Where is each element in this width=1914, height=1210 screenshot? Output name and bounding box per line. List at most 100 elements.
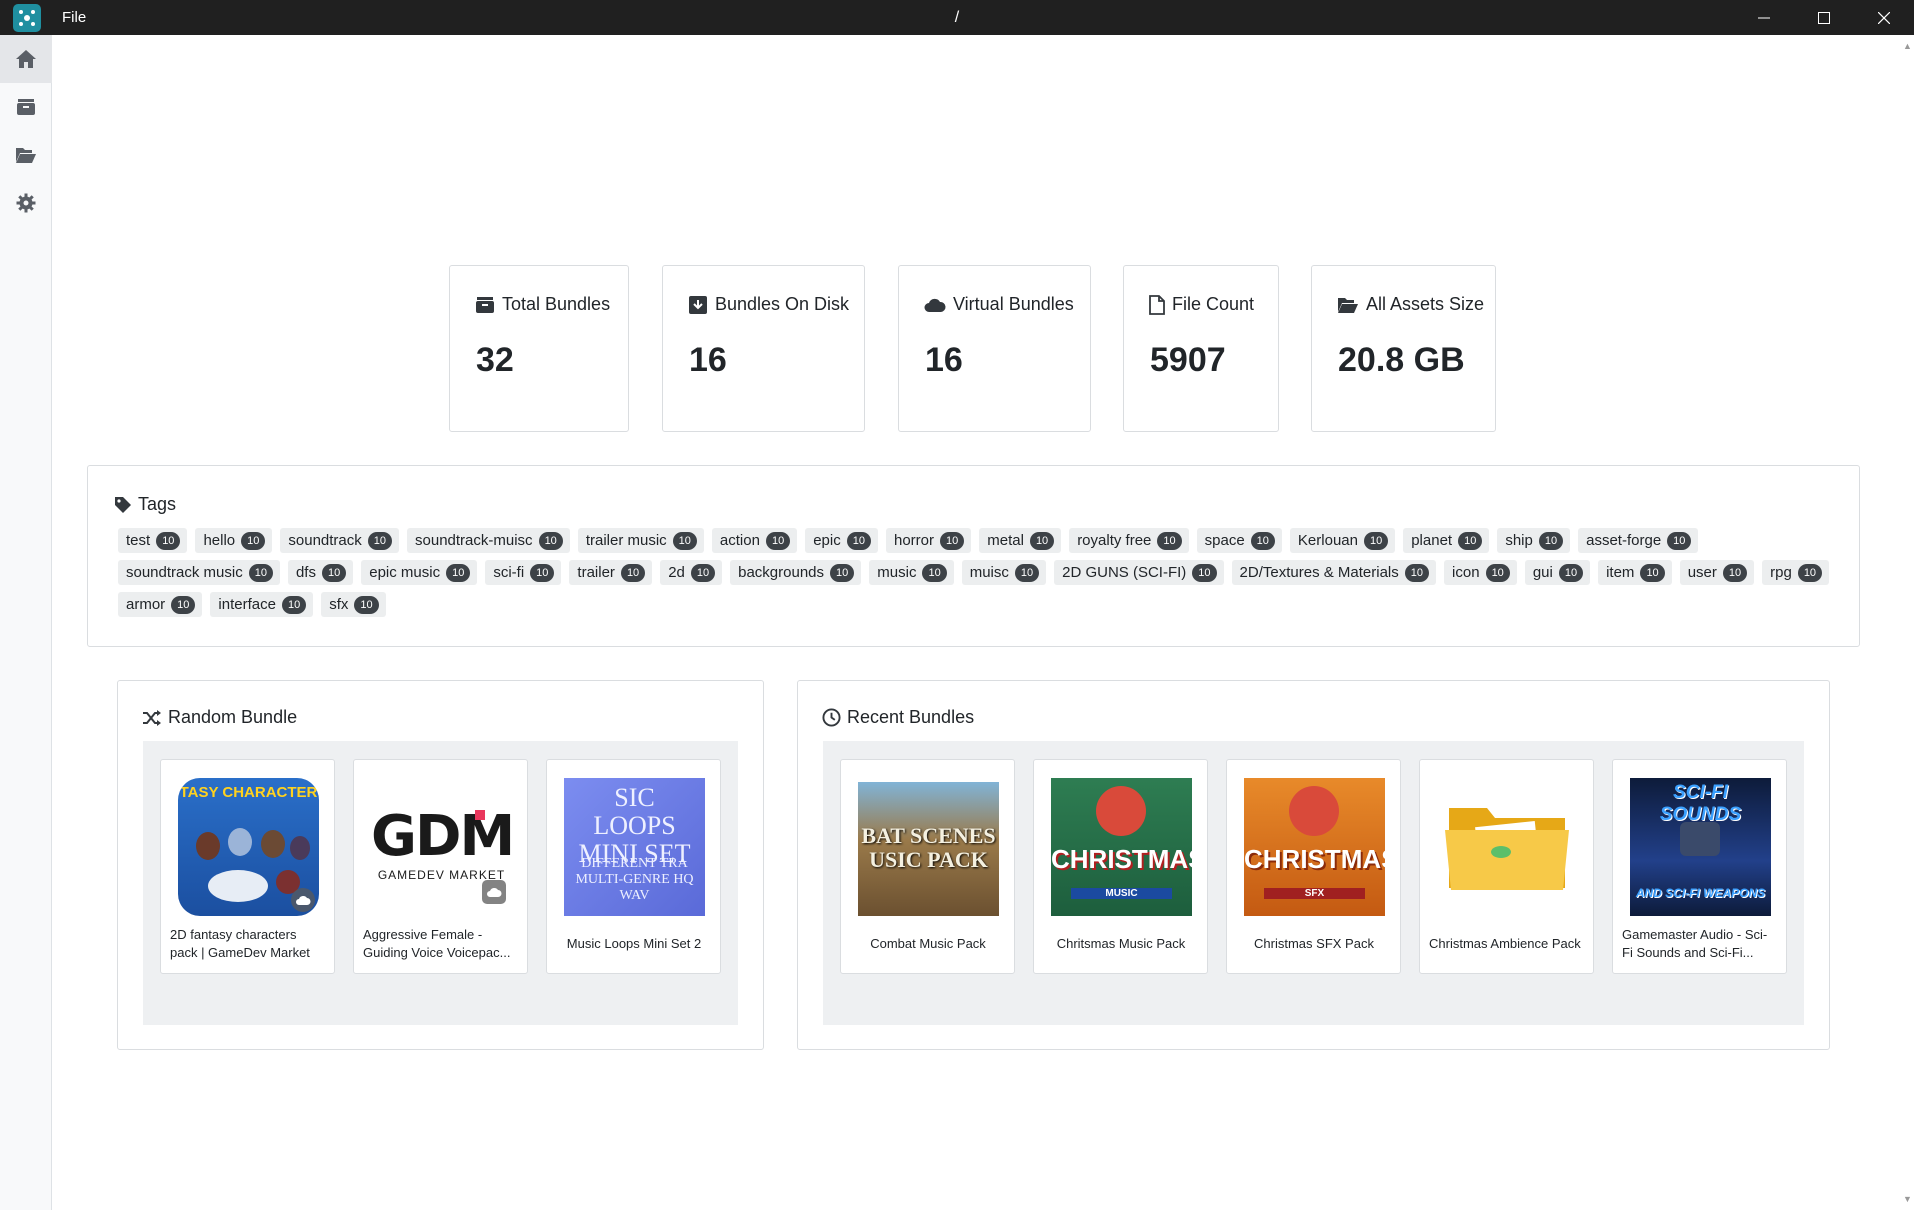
bundle-name: Music Loops Mini Set 2 <box>566 936 702 951</box>
tag-chip[interactable]: ship 10 <box>1497 528 1571 553</box>
bundle-card[interactable]: SIC LOOPS MINI SET DIFFERENT TRA MULTI-G… <box>546 759 721 974</box>
random-bundle-title: Random Bundle <box>168 707 298 727</box>
tag-chip[interactable]: epic 10 <box>805 528 878 553</box>
tag-chip[interactable]: icon 10 <box>1444 560 1517 585</box>
tag-count-badge: 10 <box>690 563 716 582</box>
scroll-up-arrow-icon[interactable]: ▲ <box>1903 41 1912 51</box>
thumbnail-subtitle-text: SFX <box>1264 888 1365 899</box>
tag-label: user <box>1687 564 1717 581</box>
virtual-bundle-badge <box>482 880 506 904</box>
close-icon <box>1878 11 1890 24</box>
tag-label: music <box>877 564 917 581</box>
stat-label: All Assets Size <box>1366 294 1485 314</box>
tag-chip[interactable]: 2D/Textures & Materials 10 <box>1231 560 1437 585</box>
tag-chip[interactable]: soundtrack 10 <box>280 528 400 553</box>
folder-open-icon <box>1338 297 1358 313</box>
cloud-icon <box>487 887 502 897</box>
tag-count-badge: 10 <box>1538 531 1564 550</box>
tag-label: icon <box>1452 564 1480 581</box>
close-button[interactable] <box>1854 0 1914 35</box>
tag-count-badge: 10 <box>1014 563 1040 582</box>
stat-card-all-assets-size: All Assets Size 20.8 GB <box>1311 265 1496 432</box>
bundle-card[interactable]: CHRISTMAS MUSIC Chritsmas Music Pack <box>1033 759 1208 974</box>
tag-chip[interactable]: music 10 <box>869 560 954 585</box>
tag-chip[interactable]: Kerlouan 10 <box>1289 528 1396 553</box>
bundle-thumbnail <box>1437 778 1578 916</box>
tag-chip[interactable]: soundtrack music 10 <box>118 560 280 585</box>
tag-chip[interactable]: epic music 10 <box>361 560 478 585</box>
tag-chip[interactable]: interface 10 <box>210 592 314 617</box>
tag-label: 2d <box>668 564 685 581</box>
tag-chip[interactable]: dfs 10 <box>287 560 354 585</box>
thumbnail-subtitle-text: DIFFERENT TRA MULTI-GENRE HQ WAV <box>575 856 694 903</box>
tag-chip[interactable]: muisc 10 <box>961 560 1047 585</box>
tag-label: item <box>1606 564 1635 581</box>
tag-count-badge: 10 <box>1363 531 1389 550</box>
recent-bundles-card: Recent Bundles BAT SCENES USIC PACK Comb… <box>797 680 1830 1050</box>
tag-chip[interactable]: 2D GUNS (SCI-FI) 10 <box>1054 560 1224 585</box>
tag-chip[interactable]: trailer 10 <box>569 560 653 585</box>
tag-chip[interactable]: royalty free 10 <box>1069 528 1189 553</box>
tag-chip[interactable]: 2d 10 <box>660 560 723 585</box>
tag-label: epic <box>813 532 841 549</box>
tag-chip[interactable]: test 10 <box>118 528 188 553</box>
tag-chip[interactable]: rpg 10 <box>1762 560 1830 585</box>
bundle-name: Chritsmas Music Pack <box>1056 936 1186 951</box>
tag-chip[interactable]: armor 10 <box>118 592 203 617</box>
tag-chip[interactable]: space 10 <box>1196 528 1282 553</box>
bundle-name: Aggressive Female - Guiding Voice Voicep… <box>363 927 511 960</box>
thumbnail-subtitle-text: MUSIC <box>1071 888 1172 899</box>
minimize-icon <box>1758 17 1770 18</box>
tag-chip[interactable]: user 10 <box>1679 560 1755 585</box>
tag-chip[interactable]: planet 10 <box>1403 528 1490 553</box>
bundle-thumbnail: SIC LOOPS MINI SET DIFFERENT TRA MULTI-G… <box>564 778 705 916</box>
bundle-name: Gamemaster Audio - Sci-Fi Sounds and Sci… <box>1622 927 1768 960</box>
tag-label: test <box>126 532 151 549</box>
stat-value: 16 <box>689 341 727 379</box>
tag-chip[interactable]: trailer music 10 <box>577 528 704 553</box>
thumbnail-border-top <box>858 778 999 782</box>
sidebar-item-files[interactable] <box>0 131 52 179</box>
tag-chip[interactable]: horror 10 <box>885 528 972 553</box>
random-bundle-list: TASY CHARACTER 2D fantasy characters pac… <box>143 741 738 1025</box>
tag-chip[interactable]: asset-forge 10 <box>1578 528 1699 553</box>
tag-chip[interactable]: soundtrack-muisc 10 <box>407 528 570 553</box>
sidebar-item-settings[interactable] <box>0 179 52 227</box>
tag-chip[interactable]: item 10 <box>1598 560 1672 585</box>
shuffle-icon <box>143 709 161 726</box>
tag-count-badge: 10 <box>620 563 646 582</box>
tag-chip[interactable]: hello 10 <box>195 528 273 553</box>
tag-chip[interactable]: sci-fi 10 <box>485 560 562 585</box>
tag-chip[interactable]: backgrounds 10 <box>730 560 862 585</box>
maximize-button[interactable] <box>1794 0 1854 35</box>
bundle-name: Christmas SFX Pack <box>1254 936 1374 951</box>
bundle-card[interactable]: TASY CHARACTER 2D fantasy characters pac… <box>160 759 335 974</box>
tag-count-badge: 10 <box>922 563 947 582</box>
bundle-card[interactable]: GDM GAMEDEV MARKET Aggressive Female - G… <box>353 759 528 974</box>
tag-chip[interactable]: action 10 <box>711 528 798 553</box>
bundle-card[interactable]: SCI-FI SOUNDS AND SCI-FI WEAPONS Gamemas… <box>1612 759 1787 974</box>
thumbnail-title-text: TASY CHARACTER <box>179 784 318 801</box>
tag-count-badge: 10 <box>1157 531 1182 550</box>
vertical-scrollbar[interactable]: ▲ ▼ <box>1900 35 1914 1210</box>
tag-label: armor <box>126 596 166 613</box>
bundle-card[interactable]: BAT SCENES USIC PACK Combat Music Pack <box>840 759 1015 974</box>
bundle-card[interactable]: Christmas Ambience Pack <box>1419 759 1594 974</box>
tag-chip[interactable]: sfx 10 <box>321 592 386 617</box>
tag-count-badge: 10 <box>367 531 393 550</box>
file-menu[interactable]: File <box>62 9 86 26</box>
tag-chip[interactable]: metal 10 <box>979 528 1062 553</box>
scroll-down-arrow-icon[interactable]: ▼ <box>1903 1194 1912 1204</box>
minimize-button[interactable] <box>1734 0 1794 35</box>
sidebar-item-bundles[interactable] <box>0 83 52 131</box>
archive-box-icon <box>476 296 494 313</box>
tag-label: space <box>1204 532 1245 549</box>
stat-label: Virtual Bundles <box>953 294 1074 314</box>
bundle-card[interactable]: CHRISTMAS SFX Christmas SFX Pack <box>1226 759 1401 974</box>
sidebar-item-home[interactable] <box>0 35 52 83</box>
home-icon <box>16 50 36 68</box>
tag-chip[interactable]: gui 10 <box>1524 560 1591 585</box>
tag-label: action <box>719 532 760 549</box>
bundle-name: Christmas Ambience Pack <box>1429 936 1581 951</box>
tag-count-badge: 10 <box>1485 563 1510 582</box>
